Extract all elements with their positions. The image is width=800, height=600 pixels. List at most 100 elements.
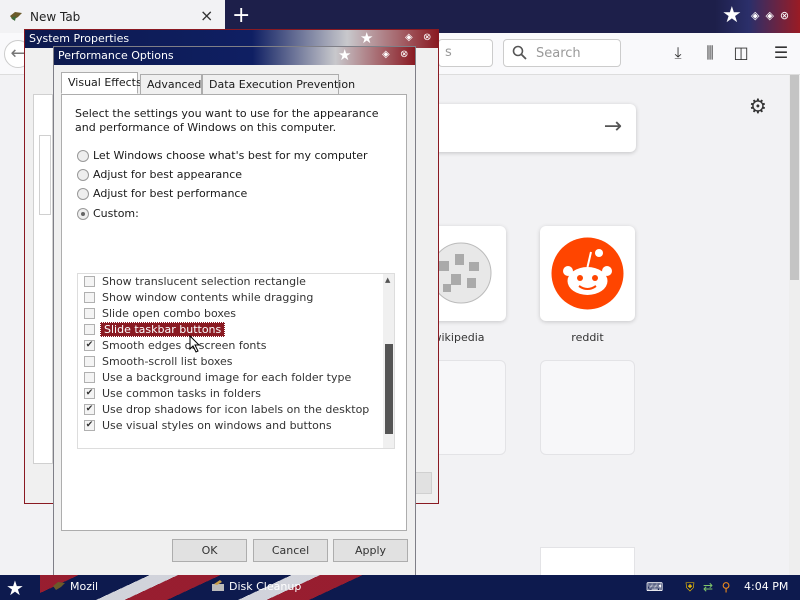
star-icon: ★ <box>722 3 742 28</box>
performance-options-titlebar[interactable]: Performance Options ★ ◈ ⊗ <box>54 46 415 65</box>
taskbar-item-disk-cleanup[interactable]: Disk Cleanup <box>211 580 301 593</box>
list-item[interactable]: Show window contents while dragging <box>82 290 382 306</box>
firefox-icon <box>53 582 65 590</box>
reddit-alien-icon <box>551 237 624 310</box>
radio-button[interactable] <box>77 150 89 162</box>
checkbox-label: Use a background image for each folder t… <box>102 371 352 384</box>
checkbox-label: Smooth-scroll list boxes <box>102 355 233 368</box>
checkbox[interactable] <box>84 308 95 319</box>
taskbar-item-label: Disk Cleanup <box>229 580 302 593</box>
checkbox-label: Smooth edges of screen fonts <box>102 339 267 352</box>
network-icon[interactable]: ⇄ <box>701 580 715 594</box>
page-scrollbar[interactable] <box>789 75 800 575</box>
search-icon <box>512 45 527 60</box>
url-text: s <box>445 45 452 60</box>
scroll-up-icon[interactable]: ▲ <box>385 276 390 284</box>
checkbox-label: Use drop shadows for icon labels on the … <box>102 403 370 416</box>
new-tab-button[interactable]: + <box>232 4 250 28</box>
menu-icon[interactable]: ☰ <box>771 43 791 63</box>
taskbar-item-label: Mozil <box>70 580 99 593</box>
radio-label: Let Windows choose what's best for my co… <box>93 149 368 162</box>
scrollbar-thumb[interactable] <box>790 75 799 280</box>
search-tray-icon[interactable]: ⚲ <box>719 580 733 594</box>
empty-tile <box>540 360 635 455</box>
help-button[interactable]: ◈ <box>382 49 390 60</box>
arrow-right-icon[interactable]: → <box>604 114 622 139</box>
list-item[interactable]: Slide open combo boxes <box>82 306 382 322</box>
dialog-title: Performance Options <box>58 49 174 62</box>
close-tab-icon[interactable]: × <box>200 6 213 25</box>
checkbox[interactable] <box>84 292 95 303</box>
checkbox-checked[interactable]: ✔ <box>84 388 95 399</box>
description-text: Select the settings you want to use for … <box>75 107 379 134</box>
tile-label: reddit <box>571 331 604 344</box>
checkbox-label: Slide taskbar buttons <box>100 322 226 337</box>
window-controls-decoration: ★ ◈◈⊗ <box>715 0 800 33</box>
search-placeholder: Search <box>536 46 581 61</box>
list-item-selected[interactable]: Slide taskbar buttons <box>82 322 382 338</box>
radio-button[interactable] <box>77 169 89 181</box>
checkbox-checked[interactable]: ✔ <box>84 404 95 415</box>
firefox-favicon-icon <box>10 12 22 21</box>
ok-button[interactable]: OK <box>172 539 247 562</box>
checkbox-label: Use common tasks in folders <box>102 387 262 400</box>
checkbox-checked[interactable]: ✔ <box>84 420 95 431</box>
search-input[interactable]: Search <box>503 39 621 67</box>
list-item[interactable]: Show translucent selection rectangle <box>82 274 382 290</box>
window-title: System Properties <box>29 32 130 45</box>
panel-fragment <box>39 135 51 215</box>
library-icon[interactable]: ⫼ <box>700 43 720 63</box>
radio-label: Adjust for best appearance <box>93 168 243 181</box>
radio-label: Custom: <box>93 207 139 220</box>
mouse-cursor-icon <box>189 335 201 353</box>
checkbox-checked[interactable]: ✔ <box>84 340 95 351</box>
clock: 4:04 PM <box>744 580 789 593</box>
list-item[interactable]: ✔ Smooth edges of screen fonts <box>82 338 382 354</box>
apply-button[interactable]: Apply <box>333 539 408 562</box>
checkbox-label: Use visual styles on windows and buttons <box>102 419 332 432</box>
radio-button-selected[interactable] <box>77 208 89 220</box>
radio-button[interactable] <box>77 188 89 200</box>
list-item[interactable]: ✔ Use drop shadows for icon labels on th… <box>82 402 382 418</box>
close-button[interactable]: ⊗ <box>423 32 431 43</box>
tab-data-execution-prevention[interactable]: Data Execution Prevention <box>202 74 355 95</box>
checkbox-label: Slide open combo boxes <box>102 307 237 320</box>
top-site-tile-reddit[interactable] <box>540 226 635 321</box>
checkbox-label: Show translucent selection rectangle <box>102 275 306 288</box>
checkbox[interactable] <box>84 324 95 335</box>
list-item[interactable]: ✔ Use common tasks in folders <box>82 386 382 402</box>
taskbar: ★ Mozil Disk Cleanup ⌨ ⛨ ⇄ ⚲ 4:04 PM <box>0 575 800 600</box>
star-icon: ★ <box>360 29 374 47</box>
window-controls[interactable]: ◈◈⊗ <box>751 9 795 22</box>
close-button[interactable]: ⊗ <box>400 49 408 60</box>
list-item[interactable]: ✔ Use visual styles on windows and butto… <box>82 418 382 434</box>
shield-icon[interactable]: ⛨ <box>683 580 697 594</box>
checkbox[interactable] <box>84 356 95 367</box>
radio-label: Adjust for best performance <box>93 187 248 200</box>
tab-visual-effects[interactable]: Visual Effects <box>61 72 142 94</box>
list-item[interactable]: Use a background image for each folder t… <box>82 370 382 386</box>
cancel-button[interactable]: Cancel <box>253 539 328 562</box>
tab-advanced[interactable]: Advanced <box>140 74 202 95</box>
content-card <box>540 547 635 577</box>
help-button[interactable]: ◈ <box>405 32 413 43</box>
performance-options-dialog: Performance Options ★ ◈ ⊗ Visual Effects… <box>53 46 416 576</box>
visual-effects-panel: Select the settings you want to use for … <box>61 94 407 531</box>
url-bar[interactable]: s <box>438 39 493 67</box>
checkbox[interactable] <box>84 276 95 287</box>
star-icon: ★ <box>338 46 352 64</box>
gear-icon[interactable]: ⚙ <box>749 94 767 118</box>
checkbox[interactable] <box>84 372 95 383</box>
sidebar-icon[interactable]: ◫ <box>731 43 751 63</box>
list-scrollbar[interactable]: ▲ <box>383 274 394 448</box>
tab-title: New Tab <box>30 10 81 24</box>
disk-cleanup-icon <box>212 580 224 591</box>
keyboard-icon[interactable]: ⌨ <box>646 580 663 594</box>
visual-effects-list[interactable]: Show translucent selection rectangle Sho… <box>77 273 395 449</box>
taskbar-item-firefox[interactable]: Mozil <box>52 580 98 593</box>
list-item[interactable]: Smooth-scroll list boxes <box>82 354 382 370</box>
start-button-star-icon[interactable]: ★ <box>6 576 24 600</box>
checkbox-label: Show window contents while dragging <box>102 291 314 304</box>
scrollbar-thumb[interactable] <box>385 344 393 434</box>
download-icon[interactable]: ⤓ <box>668 43 688 63</box>
